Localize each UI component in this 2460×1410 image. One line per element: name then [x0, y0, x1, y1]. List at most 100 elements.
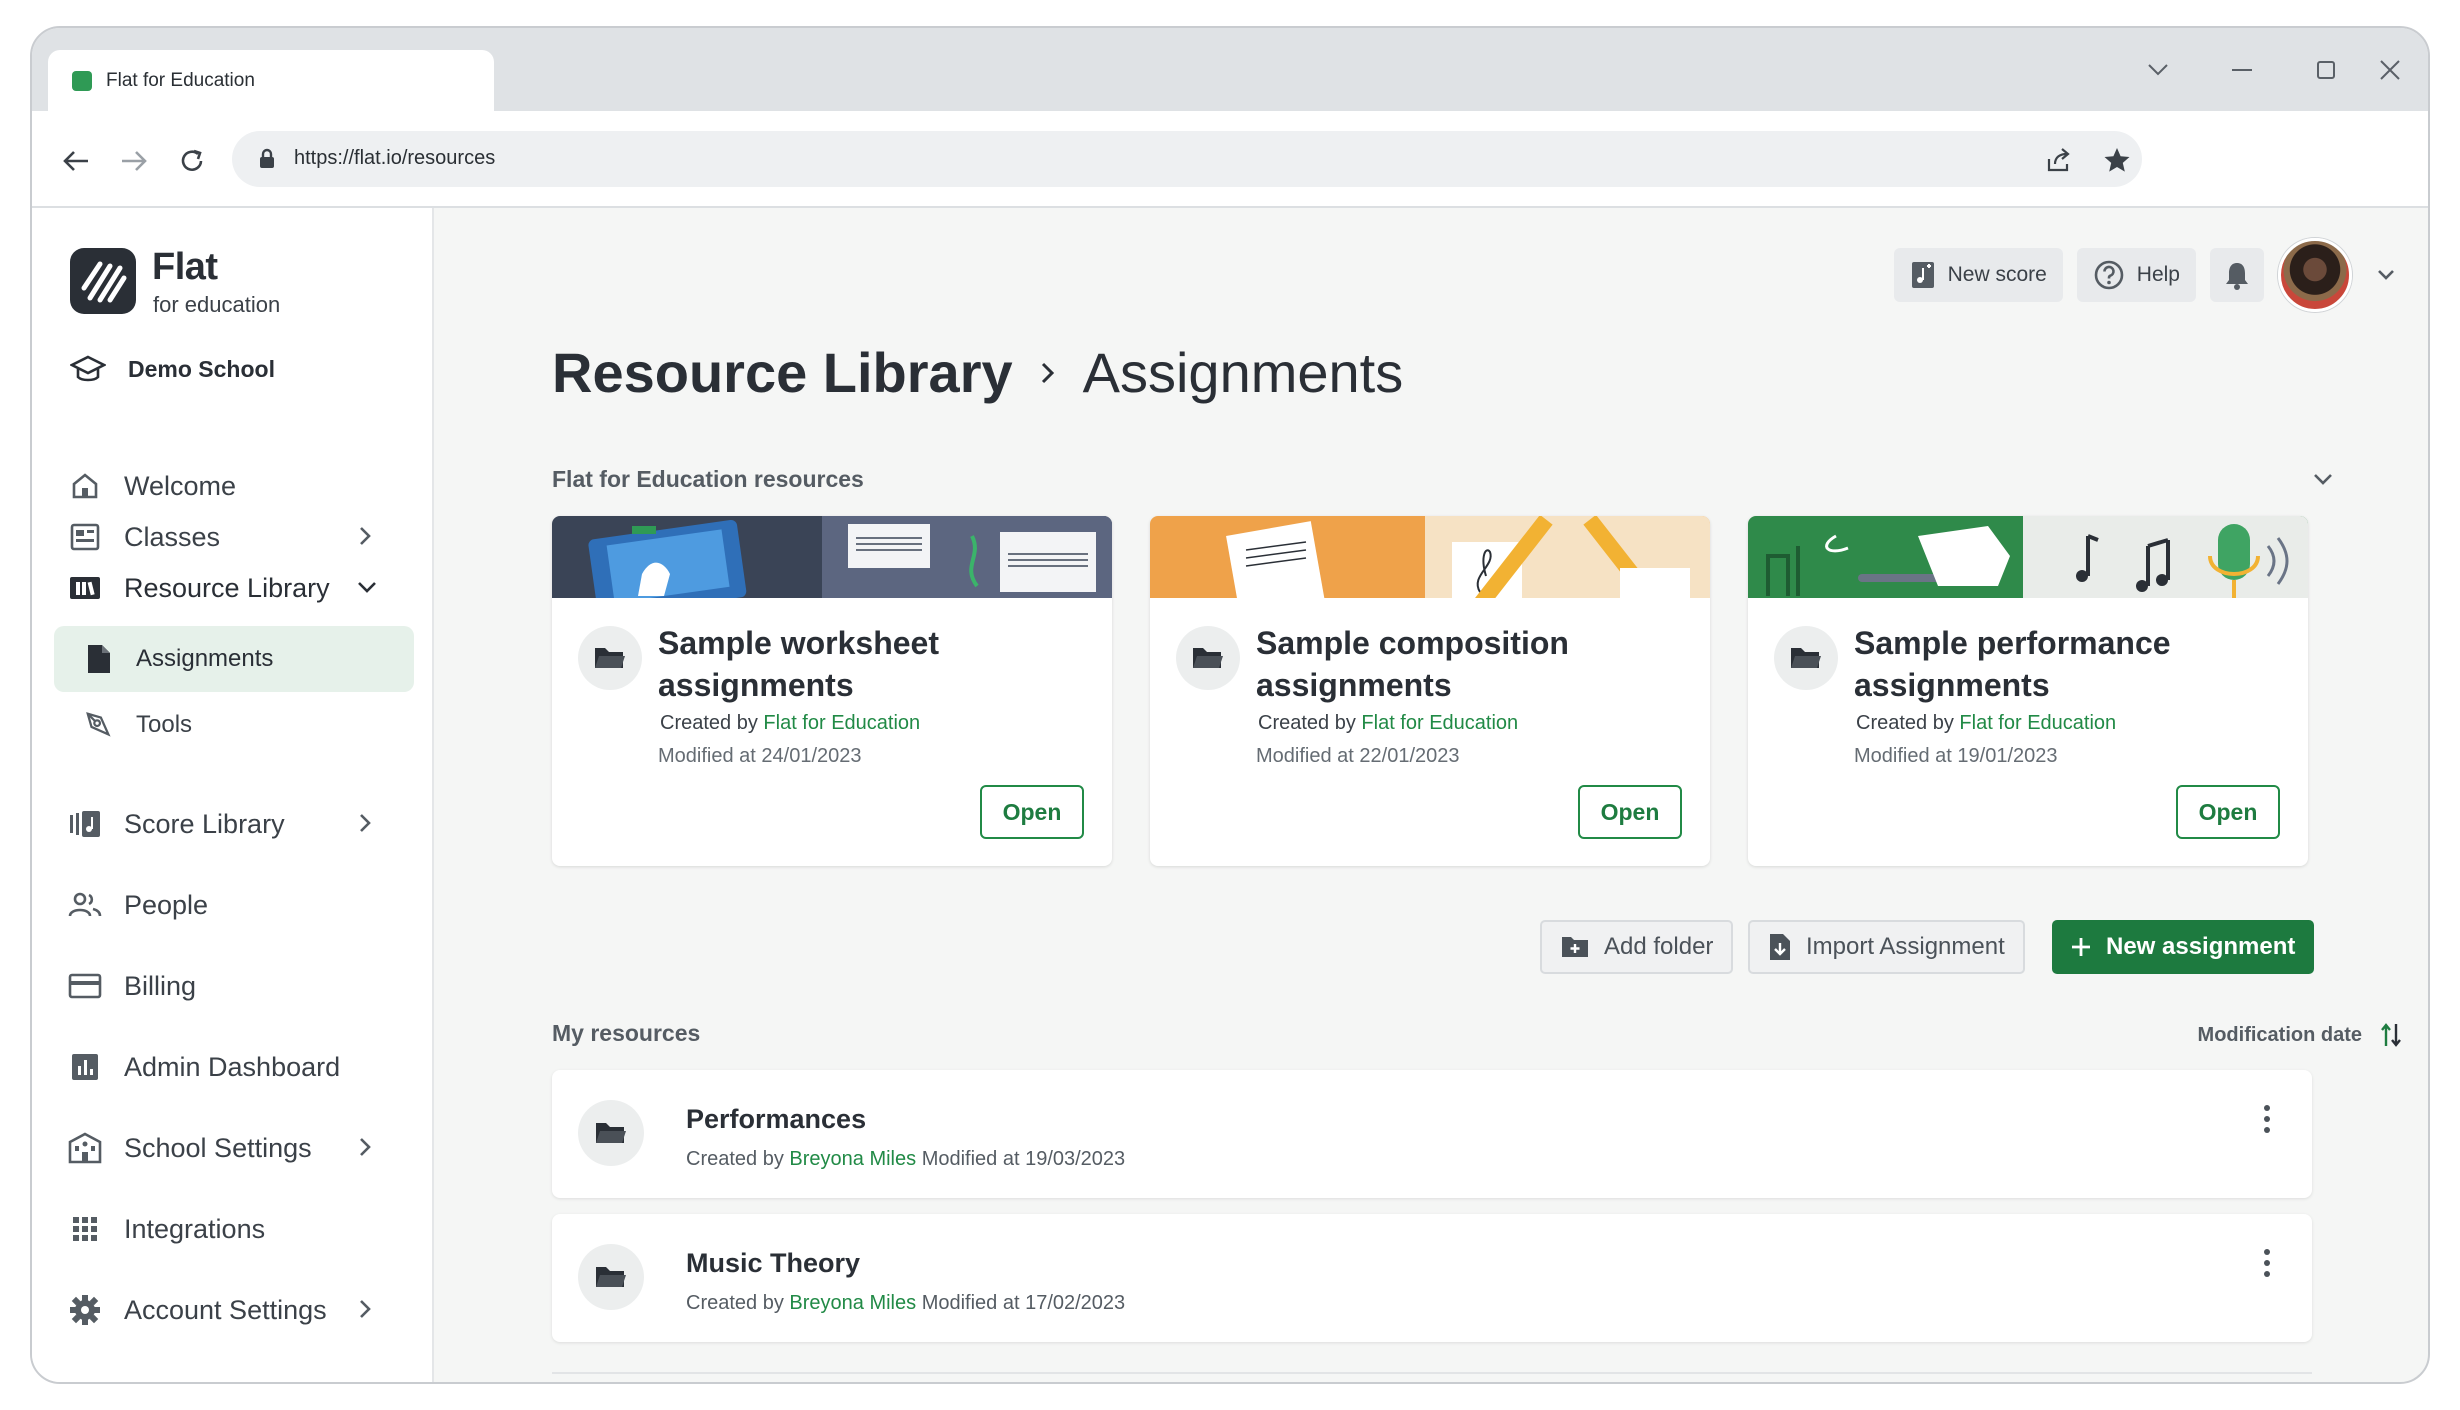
- card-title: Sample composition assignments: [1256, 625, 1569, 703]
- share-button[interactable]: [2044, 145, 2074, 175]
- composition-banner-image: [1150, 516, 1710, 598]
- import-icon: [1770, 934, 1790, 960]
- school-selector[interactable]: Demo School: [70, 354, 275, 384]
- help-button[interactable]: Help: [2076, 248, 2196, 302]
- sort-label: Modification date: [2197, 1023, 2362, 1046]
- help-label: Help: [2136, 263, 2180, 286]
- maximize-icon: [2317, 60, 2335, 79]
- list-item[interactable]: Music Theory Created by Breyona Miles Mo…: [552, 1214, 2312, 1342]
- chevron-right-icon: [1041, 362, 1054, 383]
- card-created-by: Created by Flat for Education: [1856, 712, 2117, 734]
- sidebar-item-admin-dashboard[interactable]: Admin Dashboard: [68, 1035, 408, 1099]
- sidebar-item-score-library[interactable]: Score Library: [68, 792, 408, 856]
- gear-icon: [68, 1294, 102, 1326]
- sidebar-item-label: Score Library: [124, 808, 285, 839]
- sidebar-item-label: Account Settings: [124, 1294, 327, 1325]
- score-library-icon: [68, 809, 102, 839]
- performance-banner-image: [1748, 516, 2308, 598]
- open-button[interactable]: Open: [980, 785, 1084, 839]
- reload-button[interactable]: [174, 143, 210, 179]
- card-author-link[interactable]: Flat for Education: [1959, 712, 2116, 734]
- import-assignment-label: Import Assignment: [1806, 933, 2005, 960]
- graduation-cap-icon: [70, 355, 106, 382]
- avatar[interactable]: [2278, 238, 2352, 312]
- open-button[interactable]: Open: [1578, 785, 1682, 839]
- sort-icon: [2381, 1023, 2401, 1047]
- tab-search-button[interactable]: [2116, 28, 2200, 111]
- star-icon: [2104, 148, 2130, 172]
- share-icon: [2047, 148, 2070, 172]
- breadcrumb-root[interactable]: Resource Library: [552, 340, 1013, 405]
- open-button[interactable]: Open: [2176, 785, 2280, 839]
- card-created-by: Created by Flat for Education: [1258, 712, 1519, 734]
- tab-bar: Flat for Education: [32, 28, 2428, 111]
- arrow-right-icon: [122, 151, 147, 171]
- card-modified: Modified at 19/01/2023: [1854, 745, 2058, 767]
- browser-tab[interactable]: Flat for Education: [48, 50, 494, 111]
- sidebar-item-account-settings[interactable]: Account Settings: [68, 1278, 408, 1342]
- more-options-icon[interactable]: [2262, 1248, 2272, 1278]
- chevron-down-icon[interactable]: [2312, 472, 2334, 486]
- url-field[interactable]: https://flat.io/resources: [232, 131, 2142, 187]
- sidebar-item-integrations[interactable]: Integrations: [68, 1197, 408, 1261]
- chart-icon: [68, 1052, 102, 1082]
- author-link[interactable]: Breyona Miles: [789, 1292, 916, 1314]
- add-folder-button[interactable]: Add folder: [1540, 920, 1734, 974]
- chevron-down-icon[interactable]: [2376, 268, 2396, 282]
- sidebar-item-resource-library[interactable]: Resource Library: [68, 556, 408, 620]
- new-score-button[interactable]: New score: [1893, 248, 2063, 302]
- sidebar-item-people[interactable]: People: [68, 873, 408, 937]
- close-window-button[interactable]: [2348, 28, 2428, 111]
- card-author-link[interactable]: Flat for Education: [763, 712, 920, 734]
- add-folder-icon: [1562, 937, 1588, 957]
- sidebar-subitem-tools[interactable]: Tools: [54, 692, 414, 758]
- card-title: Sample performance assignments: [1854, 625, 2171, 703]
- sidebar-subitem-label: Assignments: [136, 645, 274, 672]
- sort-control[interactable]: Modification date: [2198, 1022, 2402, 1048]
- sidebar-item-billing[interactable]: Billing: [68, 954, 408, 1018]
- sidebar-item-label: Welcome: [124, 470, 237, 501]
- forward-button[interactable]: [116, 143, 152, 179]
- worksheet-banner-image: [552, 516, 1112, 598]
- back-button[interactable]: [58, 143, 94, 179]
- new-score-icon: [1911, 262, 1934, 288]
- minimize-button[interactable]: [2200, 28, 2284, 111]
- card-author-link[interactable]: Flat for Education: [1361, 712, 1518, 734]
- chevron-right-icon: [360, 1138, 371, 1156]
- new-assignment-button[interactable]: New assignment: [2052, 920, 2314, 974]
- chevron-down-icon: [358, 582, 376, 593]
- sidebar-subitem-assignments[interactable]: Assignments: [54, 626, 414, 692]
- breadcrumb: Resource Library Assignments: [552, 340, 1403, 405]
- sidebar-item-school-settings[interactable]: School Settings: [68, 1116, 408, 1180]
- resource-card[interactable]: Sample composition assignments Created b…: [1150, 516, 1710, 866]
- folder-icon: [578, 1100, 644, 1166]
- chevron-down-icon: [2148, 63, 2168, 75]
- sidebar-item-label: Billing: [124, 970, 197, 1001]
- card-title: Sample worksheet assignments: [658, 625, 939, 703]
- address-bar: https://flat.io/resources: [32, 111, 2428, 208]
- resource-card[interactable]: Sample performance assignments Created b…: [1748, 516, 2308, 866]
- card-modified: Modified at 24/01/2023: [658, 745, 862, 767]
- chevron-right-icon: [360, 1300, 371, 1318]
- import-assignment-button[interactable]: Import Assignment: [1748, 920, 2025, 974]
- chevron-right-icon: [360, 527, 371, 545]
- flat-logo-icon[interactable]: [70, 248, 136, 314]
- author-link[interactable]: Breyona Miles: [789, 1148, 916, 1170]
- sidebar: Flat for education Demo School Welcome C…: [32, 208, 434, 1382]
- flat-favicon-icon: [72, 70, 92, 91]
- resource-card[interactable]: Sample worksheet assignments Created by …: [552, 516, 1112, 866]
- sidebar-subitem-label: Tools: [136, 711, 193, 738]
- sidebar-item-label: Resource Library: [124, 572, 330, 603]
- sidebar-item-label: Integrations: [124, 1213, 266, 1244]
- list-item[interactable]: Performances Created by Breyona Miles Mo…: [552, 1070, 2312, 1198]
- folder-icon: [1774, 626, 1838, 690]
- folder-icon: [578, 626, 642, 690]
- top-actions: New score Help: [1893, 238, 2428, 312]
- folder-name: Music Theory: [686, 1248, 861, 1278]
- my-resources-heading: My resources: [552, 1020, 701, 1046]
- more-options-icon[interactable]: [2262, 1104, 2272, 1134]
- notifications-button[interactable]: [2210, 248, 2264, 302]
- bookmark-button[interactable]: [2102, 145, 2132, 175]
- main-content: New score Help Resource Library Assignme…: [434, 208, 2428, 1382]
- tab-title: Flat for Education: [106, 69, 255, 91]
